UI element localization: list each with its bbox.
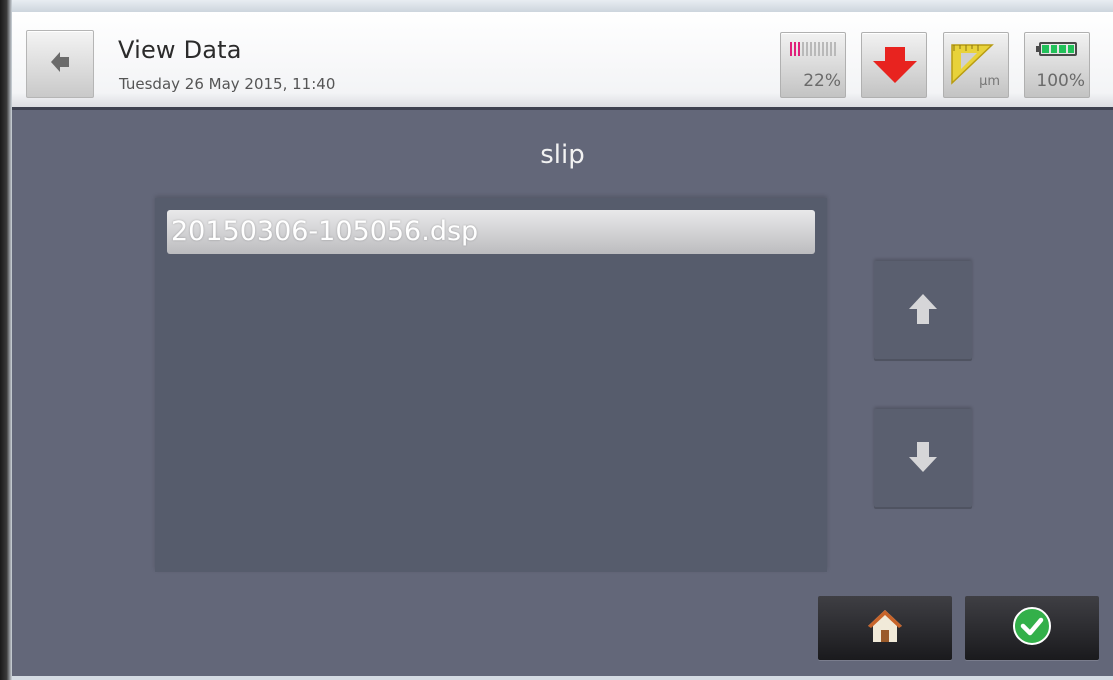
download-button[interactable]: [861, 32, 927, 98]
home-icon: [866, 608, 904, 648]
home-button[interactable]: [818, 596, 952, 660]
header-bar: View Data Tuesday 26 May 2015, 11:40 22%: [12, 12, 1113, 110]
storage-bar-icon: [790, 42, 837, 56]
date-time: Tuesday 26 May 2015, 11:40: [119, 75, 336, 93]
back-arrow-icon: [49, 50, 71, 78]
file-list: 20150306-105056.dsp: [155, 198, 827, 572]
battery-status-button[interactable]: 100%: [1024, 32, 1090, 98]
battery-icon: [1036, 42, 1077, 56]
device-frame-left: [0, 0, 12, 680]
confirm-button[interactable]: [965, 596, 1099, 660]
folder-title: slip: [540, 140, 585, 170]
scroll-down-button[interactable]: [874, 409, 972, 509]
battery-percent: 100%: [1036, 71, 1085, 91]
list-item[interactable]: 20150306-105056.dsp: [167, 210, 815, 254]
check-circle-icon: [1012, 606, 1052, 650]
scroll-up-button[interactable]: [874, 261, 972, 361]
storage-percent: 22%: [803, 71, 841, 91]
storage-status-button[interactable]: 22%: [780, 32, 846, 98]
download-arrow-icon: [871, 45, 919, 89]
storage-fill: [790, 42, 801, 56]
device-screen: View Data Tuesday 26 May 2015, 11:40 22%: [12, 12, 1113, 676]
arrow-up-icon: [907, 292, 939, 330]
arrow-down-icon: [907, 440, 939, 478]
back-button[interactable]: [26, 30, 94, 98]
units-label: µm: [979, 74, 1000, 89]
page-title: View Data: [118, 36, 242, 64]
units-button[interactable]: µm: [943, 32, 1009, 98]
device-frame-top: [0, 0, 1113, 12]
